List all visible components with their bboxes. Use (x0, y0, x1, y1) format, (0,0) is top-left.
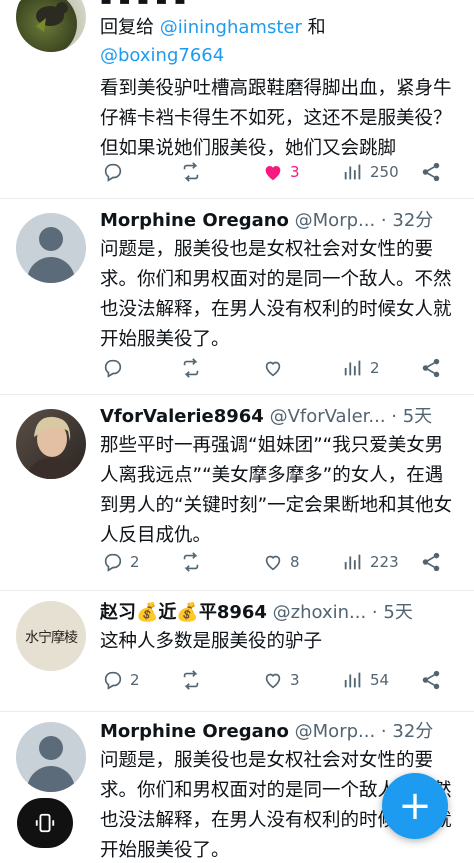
tweet-time: · 5天 (385, 406, 433, 427)
user-handle[interactable]: @VforValer... (270, 406, 386, 427)
reply-icon (104, 553, 122, 572)
views-icon (344, 360, 361, 376)
tweet-text: 问题是，服美役也是女权社会对女性的要求。你们和男权面对的是同一个敌人。不然也没法… (100, 239, 452, 350)
heart-icon (265, 361, 281, 377)
tweet-time: · 32分 (375, 210, 434, 231)
system-nav-button[interactable] (17, 798, 73, 848)
avatar[interactable]: 水宁摩棱 (16, 601, 86, 671)
compose-icon: + (398, 783, 432, 829)
retweet-icon (183, 162, 199, 182)
tweet-time: · 5天 (366, 602, 413, 623)
reply-button[interactable]: 2 (102, 666, 140, 694)
share-button[interactable] (420, 354, 442, 382)
views-icon (344, 554, 361, 570)
tweet-header: Morphine Oregano @Morp... · 32分 (100, 718, 456, 746)
avatar[interactable] (16, 0, 86, 52)
tweet-item[interactable]: 水宁摩棱 赵习💰近💰平8964 @zhoxin... · 5天 这种人多数是服美… (0, 591, 474, 711)
display-name[interactable]: Morphine Oregano (100, 210, 289, 231)
reply-button[interactable] (102, 354, 130, 382)
views-icon (344, 164, 361, 180)
views-button[interactable]: 223 (342, 548, 399, 576)
heart-icon (265, 555, 281, 571)
avatar-image (26, 416, 78, 479)
share-icon (422, 358, 440, 378)
user-handle[interactable]: @zhoxin... (273, 602, 367, 623)
display-name[interactable]: 赵习💰近💰平8964 (100, 602, 267, 623)
like-button[interactable] (262, 354, 290, 382)
tweet-text: 看到美役驴吐槽高跟鞋磨得脚出血，紧身牛仔裤卡裆卡得生不如死，这还不是服美役？但如… (100, 78, 452, 159)
reply-context: 回复给 @iininghamster 和 @boxing7664 (100, 17, 326, 66)
retweet-button[interactable] (180, 354, 208, 382)
avatar[interactable] (16, 722, 86, 792)
user-handle[interactable]: @Morp... (295, 210, 376, 231)
avatar-image (36, 2, 68, 32)
like-button[interactable]: 8 (262, 548, 300, 576)
share-icon (422, 552, 440, 572)
tweet-time: · 32分 (375, 721, 434, 742)
avatar-text: 水宁摩棱 (25, 630, 78, 646)
retweet-button[interactable] (180, 158, 208, 186)
share-button[interactable] (420, 666, 442, 694)
reply-icon (104, 163, 122, 182)
reply-icon (104, 671, 122, 690)
mention-link[interactable]: @iininghamster (160, 17, 302, 38)
share-button[interactable] (420, 548, 442, 576)
avatar[interactable] (16, 409, 86, 479)
tweet-text: 这种人多数是服美役的驴子 (100, 631, 323, 652)
tweet-header-cut: ▪ ▪ ▪ ▪ ▪ (100, 0, 456, 14)
heart-icon (265, 673, 281, 689)
compose-button[interactable]: + (382, 773, 448, 839)
like-button[interactable]: 3 (262, 158, 300, 186)
heart-icon (265, 166, 281, 181)
tweet-header: VforValerie8964 @VforValer... · 5天 (100, 403, 456, 431)
rotate-screen-icon (35, 813, 55, 833)
mention-link[interactable]: @boxing7664 (100, 45, 224, 66)
display-name[interactable]: Morphine Oregano (100, 721, 289, 742)
tweet-header: 赵习💰近💰平8964 @zhoxin... · 5天 (100, 599, 456, 627)
retweet-icon (183, 552, 199, 572)
views-button[interactable]: 250 (342, 158, 399, 186)
share-button[interactable] (420, 158, 442, 186)
tweet-text: 那些平时一再强调“姐妹团”“我只爱美女男人离我远点”“美女摩多摩多”的女人，在遇… (100, 435, 453, 546)
reply-button[interactable] (102, 158, 130, 186)
share-icon (422, 670, 440, 690)
tweet-item[interactable]: VforValerie8964 @VforValer... · 5天 那些平时一… (0, 395, 474, 590)
retweet-button[interactable] (180, 548, 208, 576)
views-button[interactable]: 54 (342, 666, 389, 694)
reply-button[interactable]: 2 (102, 548, 140, 576)
retweet-icon (183, 670, 199, 690)
display-name[interactable]: VforValerie8964 (100, 406, 264, 427)
avatar[interactable] (16, 213, 86, 283)
share-icon (422, 162, 440, 182)
user-handle[interactable]: @Morp... (295, 721, 376, 742)
views-icon (344, 672, 361, 688)
tweet-item[interactable]: ▪ ▪ ▪ ▪ ▪ 回复给 @iininghamster 和 @boxing76… (0, 0, 474, 196)
tweet-header: Morphine Oregano @Morp... · 32分 (100, 207, 456, 235)
reply-icon (104, 359, 122, 378)
retweet-button[interactable] (180, 666, 208, 694)
views-button[interactable]: 2 (342, 354, 380, 382)
tweet-item[interactable]: Morphine Oregano @Morp... · 32分 问题是，服美役也… (0, 199, 474, 394)
retweet-icon (183, 358, 199, 378)
like-button[interactable]: 3 (262, 666, 300, 694)
